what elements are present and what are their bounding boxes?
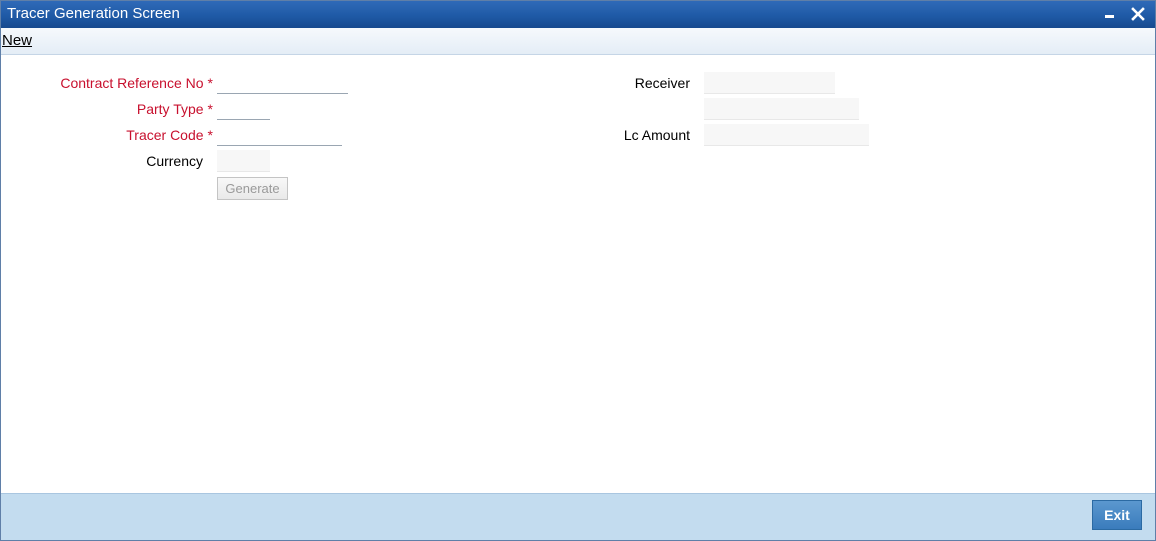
generate-button[interactable]: Generate <box>217 177 288 200</box>
close-icon[interactable] <box>1129 5 1147 23</box>
currency-label: Currency <box>146 153 203 169</box>
receiver-label-text: Receiver <box>634 75 690 91</box>
window-title: Tracer Generation Screen <box>7 5 180 22</box>
minimize-icon[interactable] <box>1101 5 1119 23</box>
lc-amount-label-text: Lc Amount <box>623 127 690 143</box>
required-marker: * <box>207 101 213 117</box>
party-type-label-text: Party Type <box>136 101 204 117</box>
required-marker: * <box>207 75 213 91</box>
receiver-input[interactable] <box>704 72 835 94</box>
party-type-input[interactable] <box>217 98 270 120</box>
currency-input[interactable] <box>217 150 270 172</box>
tracer-code-label: Tracer Code * <box>126 127 213 143</box>
tracer-code-input[interactable] <box>217 124 342 146</box>
contract-reference-label: Contract Reference No * <box>60 75 213 91</box>
contract-reference-label-text: Contract Reference No <box>60 75 204 91</box>
lc-amount-label: Lc Amount <box>624 127 690 143</box>
form-area: Contract Reference No * Party Type * Trace… <box>1 55 1155 493</box>
menu-bar: New <box>1 28 1155 55</box>
footer-bar: Exit <box>1 493 1155 540</box>
required-marker: * <box>207 127 213 143</box>
new-menu-item[interactable]: New <box>2 32 32 49</box>
window-controls <box>1101 5 1147 23</box>
lc-amount-input[interactable] <box>704 124 869 146</box>
title-bar: Tracer Generation Screen <box>1 1 1155 28</box>
party-type-label: Party Type * <box>137 101 213 117</box>
tracer-generation-window: Tracer Generation Screen New Contract Re… <box>0 0 1156 541</box>
tracer-code-label-text: Tracer Code <box>126 127 204 143</box>
currency-label-text: Currency <box>146 153 203 169</box>
contract-reference-input[interactable] <box>217 72 348 94</box>
receiver-name-input[interactable] <box>704 98 859 120</box>
exit-button[interactable]: Exit <box>1092 500 1142 530</box>
receiver-label: Receiver <box>635 75 690 91</box>
